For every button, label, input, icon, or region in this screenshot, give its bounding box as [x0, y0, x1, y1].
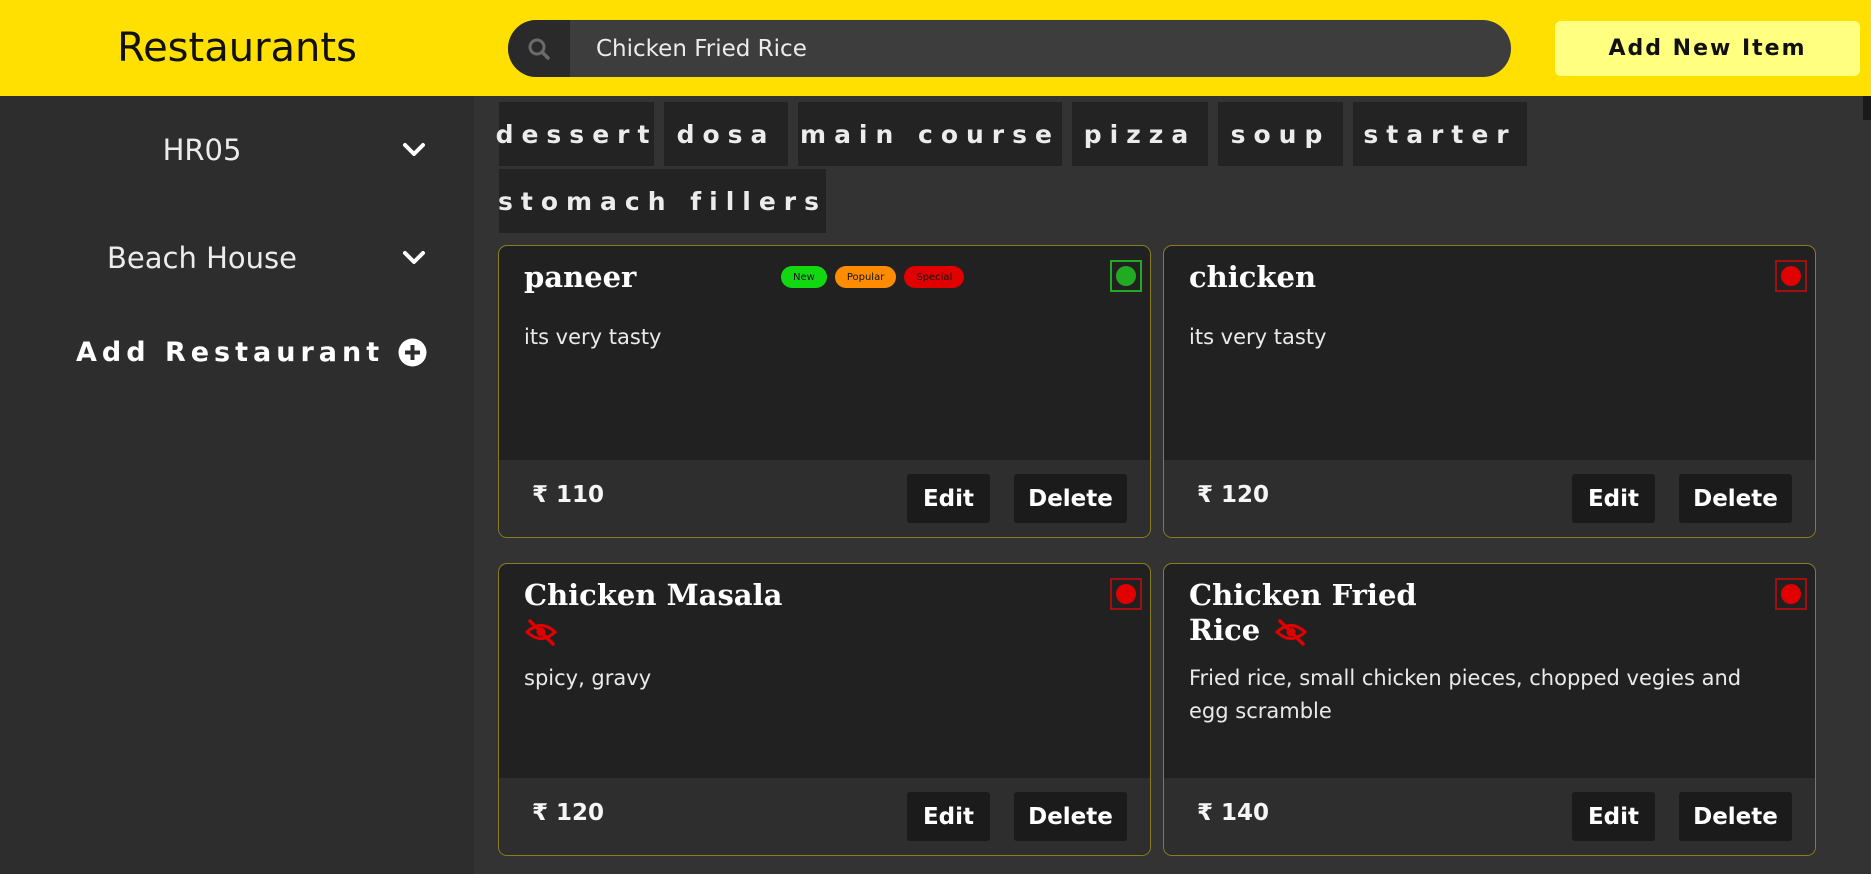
add-new-item-button[interactable]: Add New Item	[1555, 21, 1860, 76]
restaurant-name: HR05	[162, 133, 242, 167]
item-description: its very tasty	[524, 325, 662, 349]
edit-button[interactable]: Edit	[907, 474, 990, 523]
badge-popular: Popular	[834, 266, 897, 288]
menu-item-card: paneer New Popular Special its very tast…	[498, 245, 1151, 538]
item-name-block: Chicken Masala	[524, 578, 782, 648]
delete-button[interactable]: Delete	[1679, 792, 1792, 841]
item-name-block: Chicken Fried Rice	[1189, 578, 1417, 648]
badge-special: Special	[904, 266, 965, 288]
card-footer: ₹ 120 Edit Delete	[499, 778, 1150, 855]
item-name: Chicken Masala	[524, 578, 783, 612]
sidebar-item-restaurant[interactable]: Beach House	[0, 228, 474, 288]
add-restaurant-label: Add Restaurant	[76, 337, 385, 368]
sidebar: HR05 Beach House Add Restaurant	[0, 96, 474, 874]
edit-button[interactable]: Edit	[1572, 792, 1655, 841]
menu-item-card: Chicken Masala spicy, gravy ₹ 120 Edit D…	[498, 563, 1151, 856]
item-price: ₹ 110	[532, 482, 605, 508]
item-price: ₹ 120	[532, 800, 605, 826]
category-tag-dessert[interactable]: dessert	[496, 102, 654, 166]
delete-button[interactable]: Delete	[1679, 474, 1792, 523]
main-content: dessert dosa main course pizza soup star…	[474, 96, 1871, 874]
plus-circle-icon[interactable]	[398, 338, 427, 367]
category-tag-starter[interactable]: starter	[1353, 102, 1527, 166]
search-bar	[508, 20, 1511, 77]
category-tag-dosa[interactable]: dosa	[664, 102, 788, 166]
category-tag-pizza[interactable]: pizza	[1072, 102, 1208, 166]
chevron-down-icon[interactable]	[400, 246, 428, 270]
card-footer: ₹ 110 Edit Delete	[499, 460, 1150, 537]
category-tag-soup[interactable]: soup	[1218, 102, 1343, 166]
card-footer: ₹ 120 Edit Delete	[1164, 460, 1815, 537]
sidebar-item-restaurant[interactable]: HR05	[0, 120, 474, 180]
chevron-down-icon[interactable]	[400, 138, 428, 162]
item-name: chicken	[1189, 260, 1317, 294]
menu-item-card: chicken its very tasty ₹ 120 Edit Delete	[1163, 245, 1816, 538]
restaurant-name: Beach House	[107, 241, 297, 275]
badge-group: New Popular Special	[781, 266, 965, 288]
item-price: ₹ 120	[1197, 482, 1270, 508]
item-description: Fried rice, small chicken pieces, choppe…	[1189, 666, 1742, 723]
scrollbar-thumb[interactable]	[1863, 96, 1871, 120]
delete-button[interactable]: Delete	[1014, 474, 1127, 523]
item-description: spicy, gravy	[524, 666, 652, 690]
item-price: ₹ 140	[1197, 800, 1270, 826]
badge-new: New	[781, 266, 827, 288]
card-footer: ₹ 140 Edit Delete	[1164, 778, 1815, 855]
item-name-line2: Rice	[1189, 613, 1261, 647]
delete-button[interactable]: Delete	[1014, 792, 1127, 841]
veg-indicator-icon	[1110, 260, 1142, 292]
category-tag-main-course[interactable]: main course	[798, 102, 1062, 166]
search-input[interactable]	[570, 20, 1511, 77]
nonveg-indicator-icon	[1775, 260, 1807, 292]
top-bar: Restaurants Add New Item	[0, 0, 1871, 96]
item-description: its very tasty	[1189, 325, 1327, 349]
category-tag-stomach-fillers[interactable]: stomach fillers	[498, 169, 826, 233]
add-restaurant-button[interactable]: Add Restaurant	[76, 337, 427, 368]
item-name-line1: Chicken Fried	[1189, 578, 1417, 612]
edit-button[interactable]: Edit	[1572, 474, 1655, 523]
nonveg-indicator-icon	[1775, 578, 1807, 610]
nonveg-indicator-icon	[1110, 578, 1142, 610]
search-icon[interactable]	[508, 20, 570, 77]
brand-title: Restaurants	[117, 25, 357, 71]
menu-item-card: Chicken Fried Rice Fried rice, small chi…	[1163, 563, 1816, 856]
edit-button[interactable]: Edit	[907, 792, 990, 841]
eye-slash-icon	[524, 619, 558, 646]
eye-slash-icon	[1275, 619, 1308, 646]
item-name: paneer	[524, 260, 637, 294]
